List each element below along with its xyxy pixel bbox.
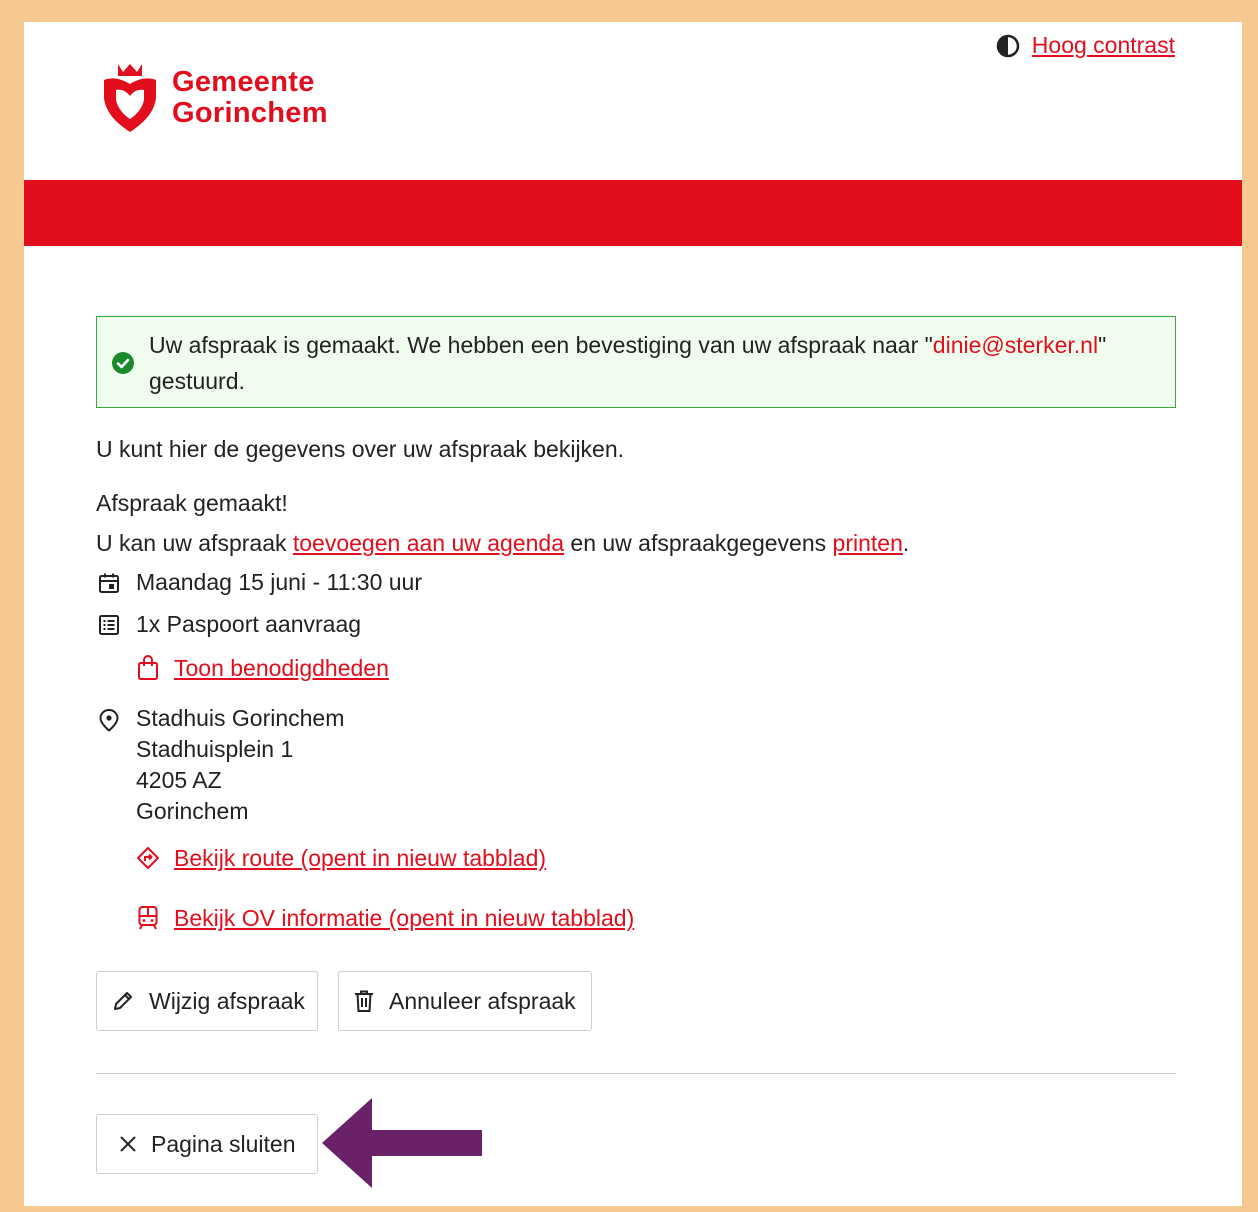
location-name: Stadhuis Gorinchem: [136, 705, 345, 731]
divider: [96, 1073, 1176, 1074]
close-page-button[interactable]: Pagina sluiten: [96, 1114, 318, 1174]
logo-text: Gemeente Gorinchem: [172, 67, 328, 129]
agenda-middle: en uw afspraakgegevens: [564, 530, 833, 556]
location-postcode: 4205 AZ: [136, 767, 222, 793]
appointment-date-row: Maandag 15 juni - 11:30 uur: [96, 567, 1176, 597]
alert-text: Uw afspraak is gemaakt. We hebben een be…: [149, 332, 933, 358]
pencil-icon: [114, 992, 132, 1010]
alert-email: dinie@sterker.nl: [932, 332, 1099, 358]
trash-icon: [355, 990, 373, 1012]
edit-appointment-label: Wijzig afspraak: [149, 987, 305, 1014]
logo-line-2: Gorinchem: [172, 97, 328, 129]
show-requirements-label: Toon benodigdheden: [174, 655, 389, 681]
location-street: Stadhuisplein 1: [136, 736, 294, 762]
appointment-date: Maandag 15 juni - 11:30 uur: [136, 569, 422, 595]
action-buttons: Wijzig afspraak Annuleer afspraak: [96, 971, 1176, 1031]
logo-link[interactable]: Gemeente Gorinchem: [98, 62, 328, 134]
annotation-arrow-icon: [322, 1098, 482, 1188]
high-contrast-label: Hoog contrast: [1031, 32, 1175, 58]
show-requirements-link[interactable]: Toon benodigdheden: [136, 653, 1176, 683]
agenda-sentence: U kan uw afspraak toevoegen aan uw agend…: [96, 528, 1176, 558]
bus-icon: [138, 906, 158, 930]
agenda-suffix: .: [902, 530, 910, 556]
main-content: Uw afspraak is gemaakt. We hebben een be…: [96, 316, 1176, 1174]
calendar-icon: [96, 567, 122, 594]
add-to-agenda-link[interactable]: toevoegen aan uw agenda: [293, 530, 564, 556]
ov-info-link-label: Bekijk OV informatie (opent in nieuw tab…: [174, 905, 635, 931]
edit-appointment-button[interactable]: Wijzig afspraak: [96, 971, 318, 1031]
success-alert: Uw afspraak is gemaakt. We hebben een be…: [96, 316, 1176, 408]
agenda-prefix: U kan uw afspraak: [96, 530, 293, 556]
location-pin-icon: [96, 703, 122, 732]
route-link-label: Bekijk route (opent in nieuw tabblad): [174, 845, 547, 871]
location-row: Stadhuis Gorinchem Stadhuisplein 1 4205 …: [96, 703, 1176, 827]
contrast-icon: [996, 34, 1020, 57]
ov-info-link[interactable]: Bekijk OV informatie (opent in nieuw tab…: [136, 903, 1176, 933]
route-icon: [137, 847, 159, 869]
close-icon: [120, 1136, 136, 1152]
cancel-appointment-button[interactable]: Annuleer afspraak: [338, 971, 592, 1031]
product-name: 1x Paspoort aanvraag: [136, 611, 362, 637]
page-frame: Gemeente Gorinchem Hoog contrast Uw afsp…: [24, 22, 1242, 1206]
high-contrast-link[interactable]: Hoog contrast: [996, 32, 1175, 59]
cancel-appointment-label: Annuleer afspraak: [389, 987, 576, 1014]
logo-line-1: Gemeente: [172, 66, 315, 98]
check-circle-icon: [112, 352, 134, 374]
route-link[interactable]: Bekijk route (opent in nieuw tabblad): [136, 843, 1176, 873]
location-city: Gorinchem: [136, 798, 249, 824]
header: Gemeente Gorinchem Hoog contrast: [24, 22, 1242, 180]
location-address: Stadhuis Gorinchem Stadhuisplein 1 4205 …: [136, 703, 344, 827]
list-icon: [96, 609, 122, 636]
bag-icon: [138, 655, 158, 680]
intro-text: U kunt hier de gegevens over uw afspraak…: [96, 436, 625, 462]
print-link[interactable]: printen: [833, 530, 903, 556]
gorinchem-logo-icon: [104, 64, 156, 132]
appointment-made-text: Afspraak gemaakt!: [96, 490, 288, 516]
close-page-label: Pagina sluiten: [151, 1130, 296, 1157]
product-row: 1x Paspoort aanvraag: [96, 609, 1176, 639]
header-red-bar: [24, 180, 1242, 246]
